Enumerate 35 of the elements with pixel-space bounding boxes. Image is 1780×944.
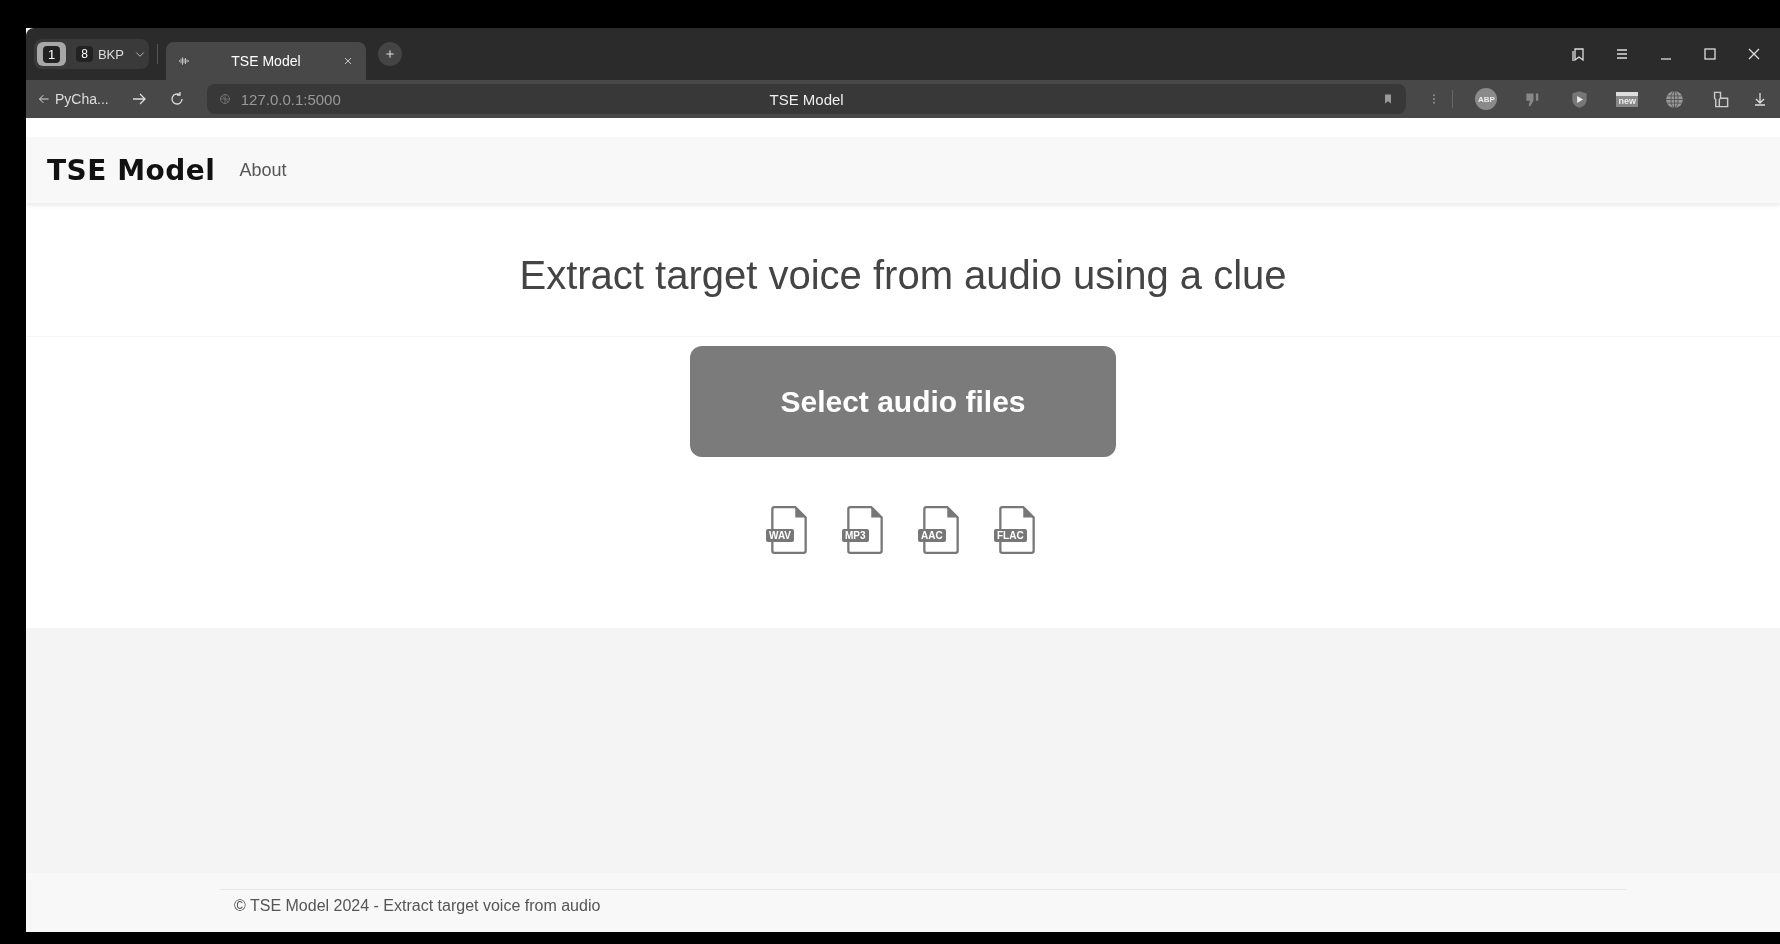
file-format-label: AAC	[918, 529, 946, 542]
select-files-button[interactable]: Select audio files	[690, 346, 1116, 457]
back-arrow-icon	[38, 93, 50, 105]
url-text: 127.0.0.1:5000	[240, 90, 341, 108]
tab-title: TSE Model	[230, 53, 302, 69]
site-logo[interactable]: TSE Model	[47, 153, 216, 187]
tab-group[interactable]: 1	[37, 42, 67, 66]
tab-count-badge: 8	[76, 46, 93, 62]
file-format-label: WAV	[766, 529, 795, 542]
reload-icon[interactable]	[168, 91, 185, 107]
shield-play-icon[interactable]	[1570, 89, 1590, 109]
new-tab-button[interactable]	[377, 42, 402, 66]
globe-icon	[218, 93, 231, 105]
forward-icon[interactable]	[130, 91, 147, 107]
browser-tab[interactable]: TSE Model	[165, 42, 366, 80]
file-format-label: FLAC	[994, 529, 1027, 542]
maximize-icon[interactable]	[1702, 46, 1718, 62]
address-bar[interactable]: 127.0.0.1:5000 TSE Model	[206, 84, 1407, 114]
globe-icon[interactable]	[1665, 89, 1684, 109]
bookmarks-icon[interactable]	[1570, 46, 1586, 62]
footer-text: © TSE Model 2024 - Extract target voice from audio	[234, 897, 602, 915]
close-icon[interactable]	[1746, 46, 1762, 62]
tab-group[interactable]: 8 BKP	[70, 42, 130, 66]
waveform-icon	[177, 55, 190, 67]
page-heading: Extract target voice from audio using a clue	[519, 253, 1287, 298]
tab-group-label: BKP	[97, 46, 124, 62]
menu-icon[interactable]	[1614, 46, 1630, 62]
back-button[interactable]: PyCha...	[38, 91, 109, 107]
download-icon[interactable]	[1752, 91, 1768, 107]
file-format-label: MP3	[842, 529, 869, 542]
tab-group-label: 1	[43, 45, 61, 63]
plus-icon[interactable]	[383, 48, 396, 60]
nav-link[interactable]: About	[239, 159, 287, 180]
page-title: TSE Model	[769, 90, 844, 108]
folder-tool-icon[interactable]	[1711, 89, 1730, 109]
